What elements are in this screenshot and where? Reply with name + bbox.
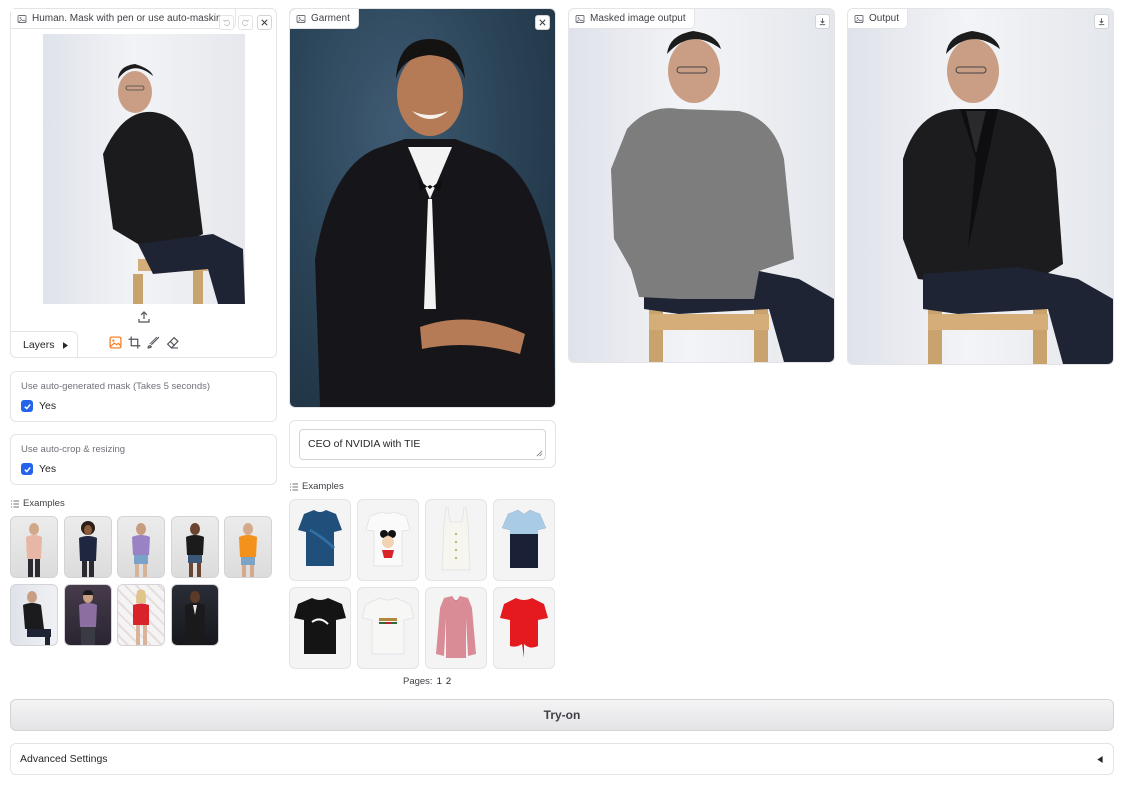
image-icon: [854, 14, 864, 23]
caret-left-icon: [1097, 756, 1103, 763]
page-link-2[interactable]: 2: [446, 676, 451, 687]
image-icon: [109, 336, 122, 349]
close-icon: [539, 19, 546, 26]
close-icon: [261, 19, 268, 26]
masked-image: [569, 9, 834, 362]
human-editor-label: Human. Mask with pen or use auto-masking: [11, 9, 237, 29]
garment-example[interactable]: [289, 587, 351, 669]
image-icon: [17, 14, 27, 23]
masked-image-output: Masked image output: [568, 8, 835, 363]
output-image: [848, 9, 1113, 364]
garment-label: Garment: [290, 9, 359, 29]
garment-description-group: CEO of NVIDIA with TIE: [289, 420, 556, 468]
garment-example[interactable]: [357, 499, 419, 581]
auto-mask-label: Use auto-generated mask (Takes 5 seconds…: [21, 381, 211, 392]
garment-example[interactable]: [357, 587, 419, 669]
garment-label-text: Garment: [311, 13, 350, 24]
output-label-text: Output: [869, 13, 900, 24]
eraser-icon: [166, 336, 179, 349]
undo-button[interactable]: [219, 15, 234, 30]
auto-mask-option: Yes: [39, 400, 57, 412]
masked-output-label-text: Masked image output: [590, 13, 686, 24]
human-editor-label-text: Human. Mask with pen or use auto-masking: [32, 13, 228, 24]
auto-crop-checkbox-group: Use auto-crop & resizing Yes: [10, 434, 277, 485]
human-examples-label-text: Examples: [23, 498, 65, 509]
pages-label: Pages:: [403, 676, 433, 687]
garment-image[interactable]: [290, 9, 555, 407]
human-example[interactable]: [171, 584, 219, 646]
garment-example[interactable]: [493, 587, 555, 669]
advanced-settings-accordion[interactable]: Advanced Settings: [10, 743, 1114, 775]
human-image-editor[interactable]: Human. Mask with pen or use auto-masking…: [10, 8, 277, 358]
brush-icon: [147, 336, 160, 349]
garment-examples-pagination: Pages: 1 2: [403, 676, 451, 687]
human-example[interactable]: [64, 516, 112, 578]
page-link-1[interactable]: 1: [437, 676, 442, 687]
human-example[interactable]: [171, 516, 219, 578]
auto-mask-checkbox[interactable]: [21, 400, 33, 412]
output-label: Output: [848, 9, 909, 29]
garment-example[interactable]: [493, 499, 555, 581]
garment-example[interactable]: [425, 499, 487, 581]
masked-output-label: Masked image output: [569, 9, 695, 29]
list-icon: [11, 500, 19, 507]
garment-examples-label: Examples: [290, 481, 344, 492]
crop-icon: [128, 336, 141, 349]
caret-right-icon: [62, 341, 68, 349]
eraser-tool-button[interactable]: [166, 336, 179, 349]
check-icon: [23, 403, 31, 410]
garment-image-upload[interactable]: Garment: [289, 8, 556, 408]
download-masked-button[interactable]: [815, 14, 830, 29]
image-icon: [296, 14, 306, 23]
brush-tool-button[interactable]: [147, 336, 160, 349]
try-on-button[interactable]: Try-on: [10, 699, 1114, 731]
crop-tool-button[interactable]: [128, 336, 141, 349]
garment-description-value: CEO of NVIDIA with TIE: [308, 438, 421, 450]
image-icon: [575, 14, 585, 23]
human-example[interactable]: [117, 584, 165, 646]
redo-button[interactable]: [238, 15, 253, 30]
auto-crop-checkbox[interactable]: [21, 463, 33, 475]
garment-example[interactable]: [289, 499, 351, 581]
auto-mask-checkbox-group: Use auto-generated mask (Takes 5 seconds…: [10, 371, 277, 422]
list-icon: [290, 483, 298, 490]
human-example[interactable]: [64, 584, 112, 646]
clear-human-button[interactable]: [257, 15, 272, 30]
clear-garment-button[interactable]: [535, 15, 550, 30]
auto-crop-label: Use auto-crop & resizing: [21, 444, 126, 455]
upload-icon: [138, 311, 150, 323]
human-image[interactable]: [43, 34, 245, 304]
human-examples-label: Examples: [11, 498, 65, 509]
human-example[interactable]: [117, 516, 165, 578]
try-on-label: Try-on: [543, 708, 581, 722]
image-tool-button[interactable]: [109, 336, 122, 349]
human-example[interactable]: [224, 516, 272, 578]
download-output-button[interactable]: [1094, 14, 1109, 29]
layers-button[interactable]: Layers: [11, 331, 78, 358]
resize-handle-icon[interactable]: [536, 450, 543, 457]
garment-examples-label-text: Examples: [302, 481, 344, 492]
output-image-panel: Output: [847, 8, 1114, 365]
advanced-settings-label: Advanced Settings: [20, 753, 108, 765]
auto-crop-option: Yes: [39, 463, 57, 475]
layers-label: Layers: [23, 339, 55, 351]
download-icon: [819, 18, 826, 26]
undo-icon: [223, 19, 230, 26]
garment-description-input[interactable]: CEO of NVIDIA with TIE: [299, 429, 546, 460]
download-icon: [1098, 18, 1105, 26]
human-example[interactable]: [10, 584, 58, 646]
redo-icon: [242, 19, 249, 26]
garment-example[interactable]: [425, 587, 487, 669]
human-example[interactable]: [10, 516, 58, 578]
check-icon: [23, 466, 31, 473]
upload-button[interactable]: [137, 310, 151, 324]
